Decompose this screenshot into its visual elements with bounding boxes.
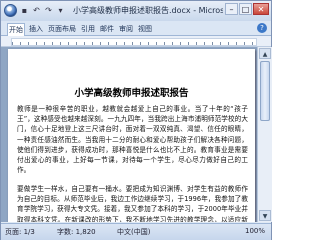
scroll-down-icon[interactable]: ▼	[259, 210, 271, 221]
tab-view[interactable]: 视图	[137, 23, 153, 36]
quick-access-toolbar: ▪ ↶ ↷ ▾	[4, 4, 65, 17]
tab-insert[interactable]: 插入	[28, 23, 44, 36]
tab-references[interactable]: 引用	[80, 23, 96, 36]
title-bar: ▪ ↶ ↷ ▾ 小学高级教师申报述职报告.docx - Microsoft Wo…	[1, 1, 271, 21]
document-page[interactable]: 小学高级教师申报述职报告 教师是一种很辛苦的职业，越教就会越爱上自己的事业。当了…	[8, 49, 255, 222]
status-bar: 页面: 1/3 字数: 1,820 中文(中国) 100%	[1, 223, 271, 240]
customize-toolbar-icon[interactable]: ▾	[56, 6, 65, 15]
document-area: 小学高级教师申报述职报告 教师是一种很辛苦的职业，越教就会越爱上自己的事业。当了…	[1, 47, 257, 222]
tab-review[interactable]: 审阅	[118, 23, 134, 36]
ribbon: 开始 插入 页面布局 引用 邮件 审阅 视图 ?	[1, 21, 271, 36]
status-language[interactable]: 中文(中国)	[117, 227, 150, 237]
window-title: 小学高级教师申报述职报告.docx - Microsoft Word	[73, 6, 223, 15]
undo-icon[interactable]: ↶	[32, 6, 41, 15]
scroll-up-icon[interactable]: ▲	[259, 48, 271, 59]
ribbon-tabs: 开始 插入 页面布局 引用 邮件 审阅 视图	[7, 23, 153, 36]
close-button[interactable]: ✕	[253, 3, 269, 15]
paragraph-2: 要做学生一样水，自己要有一桶水。要把成为知识渊博、对学生有益的教师作为自己的目标…	[17, 185, 248, 222]
paragraph-1: 教师是一种很辛苦的职业，越教就会越爱上自己的事业。当了十年的“孩子王”，这种感受…	[17, 105, 248, 175]
tab-page-layout[interactable]: 页面布局	[47, 23, 77, 36]
redo-icon[interactable]: ↷	[44, 6, 53, 15]
status-zoom[interactable]: 100%	[245, 227, 265, 235]
save-icon[interactable]: ▪	[20, 6, 29, 15]
horizontal-ruler[interactable]	[1, 36, 271, 47]
window-controls: – □ ✕	[225, 3, 269, 15]
minimize-button[interactable]: –	[225, 3, 238, 15]
document-title: 小学高级教师申报述职报告	[74, 88, 189, 99]
word-window: ▪ ↶ ↷ ▾ 小学高级教师申报述职报告.docx - Microsoft Wo…	[0, 0, 272, 240]
vertical-scrollbar[interactable]: ▲ ▼	[257, 47, 272, 222]
tab-mailings[interactable]: 邮件	[99, 23, 115, 36]
status-page[interactable]: 页面: 1/3	[5, 227, 35, 237]
tab-home[interactable]: 开始	[7, 23, 25, 36]
status-word-count[interactable]: 字数: 1,820	[57, 227, 96, 237]
office-button-icon[interactable]	[4, 4, 17, 17]
scroll-thumb[interactable]	[260, 61, 270, 121]
help-icon[interactable]: ?	[257, 23, 267, 33]
ruler-scale	[11, 38, 257, 46]
maximize-button[interactable]: □	[239, 3, 252, 15]
